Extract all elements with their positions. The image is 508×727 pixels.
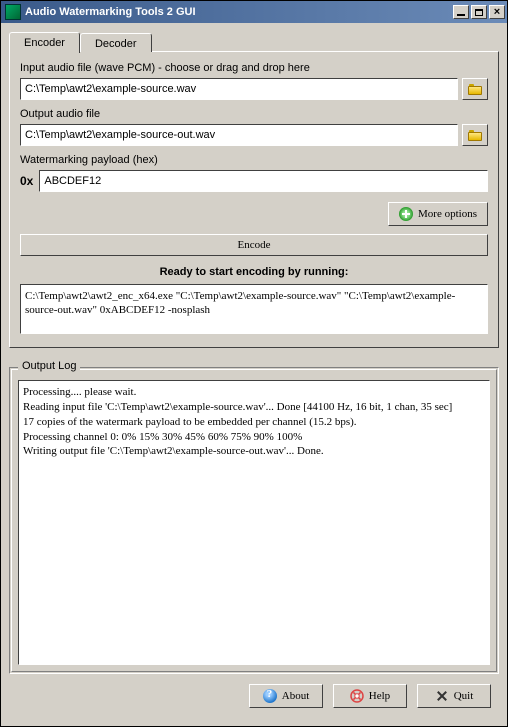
- command-preview[interactable]: [20, 284, 488, 334]
- tab-encoder[interactable]: Encoder: [9, 32, 80, 53]
- info-icon: [263, 689, 277, 703]
- help-icon: [350, 689, 364, 703]
- browse-output-button[interactable]: [462, 124, 488, 146]
- folder-icon: [468, 130, 482, 141]
- close-icon: ×: [494, 7, 500, 18]
- help-label: Help: [369, 690, 390, 702]
- minimize-icon: [457, 14, 465, 16]
- more-options-button[interactable]: More options: [388, 202, 488, 226]
- window-title: Audio Watermarking Tools 2 GUI: [25, 6, 451, 18]
- bottom-button-bar: About Help Quit: [9, 674, 499, 718]
- titlebar: Audio Watermarking Tools 2 GUI ×: [1, 1, 507, 23]
- help-button[interactable]: Help: [333, 684, 407, 708]
- payload-prefix: 0x: [20, 174, 33, 188]
- maximize-button[interactable]: [471, 5, 487, 19]
- output-file-field[interactable]: [20, 124, 458, 146]
- output-log-group: Output Log Processing.... please wait. R…: [9, 367, 499, 674]
- minimize-button[interactable]: [453, 5, 469, 19]
- payload-field[interactable]: [39, 170, 488, 192]
- maximize-icon: [475, 9, 483, 16]
- encoder-panel: Input audio file (wave PCM) - choose or …: [9, 51, 499, 348]
- plus-icon: [399, 207, 413, 221]
- output-file-label: Output audio file: [20, 108, 488, 120]
- quit-button[interactable]: Quit: [417, 684, 491, 708]
- status-label: Ready to start encoding by running:: [20, 266, 488, 278]
- content-area: Encoder Decoder Input audio file (wave P…: [1, 23, 507, 726]
- quit-label: Quit: [454, 690, 474, 702]
- about-label: About: [282, 690, 310, 702]
- quit-icon: [435, 689, 449, 703]
- output-log-title: Output Log: [18, 360, 80, 372]
- app-icon: [5, 4, 21, 20]
- folder-icon: [468, 84, 482, 95]
- tab-strip: Encoder Decoder: [9, 31, 499, 52]
- payload-label: Watermarking payload (hex): [20, 154, 488, 166]
- input-file-label: Input audio file (wave PCM) - choose or …: [20, 62, 488, 74]
- more-options-label: More options: [418, 208, 477, 220]
- about-button[interactable]: About: [249, 684, 323, 708]
- encode-button[interactable]: Encode: [20, 234, 488, 256]
- close-button[interactable]: ×: [489, 5, 505, 19]
- output-log[interactable]: Processing.... please wait. Reading inpu…: [18, 380, 490, 665]
- browse-input-button[interactable]: [462, 78, 488, 100]
- encode-label: Encode: [238, 239, 271, 251]
- input-file-field[interactable]: [20, 78, 458, 100]
- tab-decoder[interactable]: Decoder: [80, 33, 152, 52]
- app-window: Audio Watermarking Tools 2 GUI × Encoder…: [0, 0, 508, 727]
